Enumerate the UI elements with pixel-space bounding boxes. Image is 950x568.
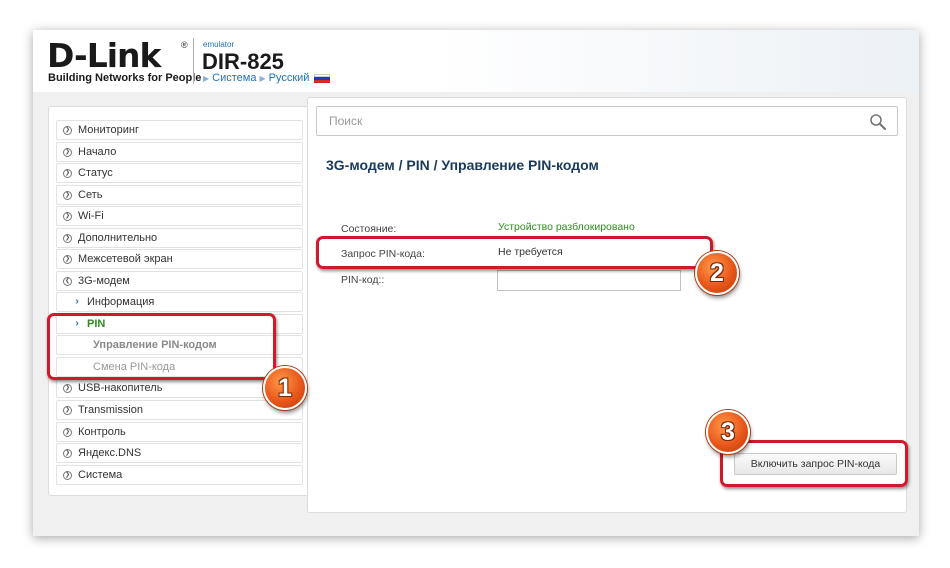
- sidebar-item-transmission[interactable]: ❯ Transmission: [56, 400, 303, 420]
- sidebar-item-firewall[interactable]: ❯ Межсетевой экран: [56, 249, 303, 269]
- pin-label: PIN-код::: [341, 274, 385, 286]
- search-icon[interactable]: [869, 113, 887, 131]
- sidebar-item-label: Сеть: [78, 189, 103, 201]
- sidebar-item-label: Начало: [78, 146, 117, 158]
- sidebar-item-information[interactable]: › Информация: [56, 292, 303, 312]
- language-selector[interactable]: Русский: [269, 72, 310, 84]
- header-divider: [193, 38, 194, 84]
- sidebar-item-network[interactable]: ❯ Сеть: [56, 185, 303, 205]
- status-label: Состояние:: [341, 223, 397, 235]
- sidebar-item-control[interactable]: ❯ Контроль: [56, 422, 303, 442]
- crumb-arrow-icon: ▶: [259, 73, 266, 83]
- sidebar-item-label: 3G-модем: [78, 275, 130, 287]
- sidebar-item-advanced[interactable]: ❯ Дополнительно: [56, 228, 303, 248]
- registered-mark: ®: [181, 40, 188, 50]
- expand-icon: ❯: [63, 254, 72, 264]
- step-badge-2: 2: [695, 251, 739, 295]
- crumb-system-link[interactable]: Система: [212, 72, 256, 84]
- sidebar-item-monitoring[interactable]: ❯ Мониторинг: [56, 120, 303, 140]
- sidebar-item-3g-modem[interactable]: ❮ 3G-модем: [56, 271, 303, 291]
- search-placeholder: Поиск: [329, 114, 363, 128]
- expand-icon: ❯: [63, 125, 72, 135]
- expand-icon: ❯: [63, 405, 72, 415]
- expand-icon: ❯: [63, 383, 72, 393]
- expand-icon: ❯: [63, 190, 72, 200]
- sidebar-item-label: Межсетевой экран: [78, 253, 173, 265]
- expand-icon: ❯: [63, 211, 72, 221]
- highlight-box-2: [316, 236, 713, 269]
- sidebar-item-label: Wi-Fi: [78, 210, 104, 222]
- expand-icon: ❯: [63, 448, 72, 458]
- sidebar-item-label: Мониторинг: [78, 124, 140, 136]
- sidebar-menu: ❯ Мониторинг ❯ Начало ❯ Статус ❯ Сеть ❯ Wi-Fi…: [48, 106, 315, 496]
- expand-icon: ❯: [63, 147, 72, 157]
- logo-tagline: Building Networks for People: [48, 72, 202, 84]
- sidebar-item-label: Контроль: [78, 426, 126, 438]
- sidebar-item-start[interactable]: ❯ Начало: [56, 142, 303, 162]
- sidebar-item-label: Дополнительно: [78, 232, 158, 244]
- sidebar-item-status[interactable]: ❯ Статус: [56, 163, 303, 183]
- highlight-box-1: [47, 313, 276, 380]
- sidebar-item-yandex-dns[interactable]: ❯ Яндекс.DNS: [56, 443, 303, 463]
- expand-icon: ❯: [63, 427, 72, 437]
- header: D-Link ® Building Networks for People em…: [33, 30, 919, 92]
- russian-flag-icon[interactable]: [314, 73, 331, 83]
- status-value: Устройство разблокировано: [498, 221, 635, 233]
- sidebar-item-system[interactable]: ❯ Система: [56, 465, 303, 485]
- dlink-logo[interactable]: D-Link: [47, 38, 161, 74]
- sidebar-item-label: USB-накопитель: [78, 382, 163, 394]
- sidebar-item-label: Статус: [78, 167, 113, 179]
- emulator-label: emulator: [203, 40, 235, 49]
- sidebar-item-label: Transmission: [78, 404, 143, 416]
- page-title: 3G-модем / PIN / Управление PIN-кодом: [326, 157, 599, 173]
- sidebar-item-label: Информация: [87, 296, 155, 308]
- collapse-icon: ❮: [63, 276, 72, 286]
- crumb-arrow-icon: ▶: [203, 73, 210, 83]
- highlight-box-3: [720, 440, 908, 487]
- sidebar-item-label: Система: [78, 469, 123, 481]
- step-badge-3: 3: [706, 410, 750, 454]
- header-crumbs: ▶ Система ▶ Русский: [203, 72, 331, 84]
- sidebar-item-label: Яндекс.DNS: [78, 447, 142, 459]
- expand-icon: ❯: [63, 233, 72, 243]
- chevron-right-icon: ›: [75, 296, 79, 307]
- expand-icon: ❯: [63, 470, 72, 480]
- search-input[interactable]: Поиск: [316, 106, 898, 136]
- pin-input[interactable]: [497, 270, 681, 291]
- step-badge-1: 1: [263, 366, 307, 410]
- sidebar-item-wifi[interactable]: ❯ Wi-Fi: [56, 206, 303, 226]
- expand-icon: ❯: [63, 168, 72, 178]
